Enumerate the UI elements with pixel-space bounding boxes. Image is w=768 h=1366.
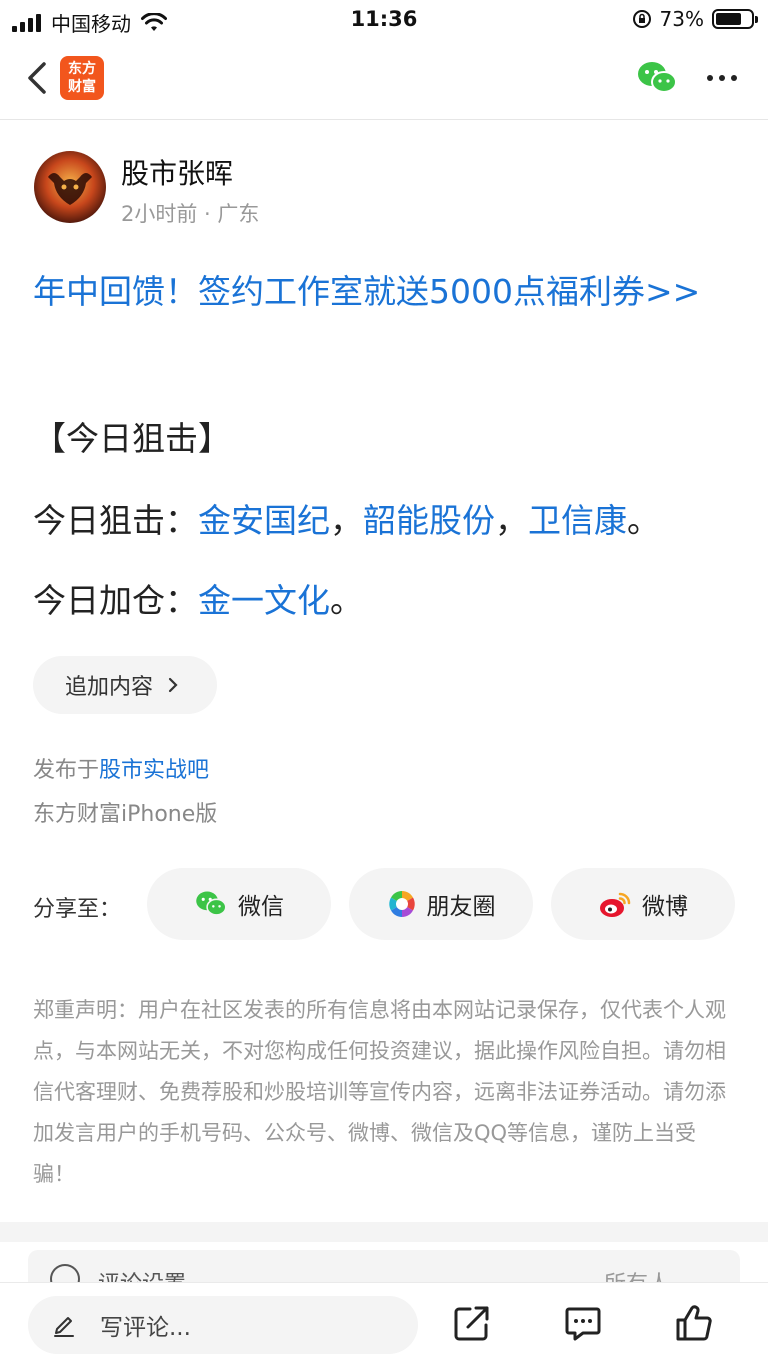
share-wechat-label: 微信 xyxy=(238,894,284,920)
publish-prefix: 发布于 xyxy=(33,758,100,783)
add-position-line: 今日加仓：金一文化。 xyxy=(33,574,363,622)
battery-percent: 73% xyxy=(659,7,704,31)
line-end: 。 xyxy=(330,581,363,620)
share-out-icon[interactable] xyxy=(452,1303,492,1343)
chevron-right-icon xyxy=(168,677,178,693)
promo-link[interactable]: 年中回馈！签约工作室就送5000点福利券>> xyxy=(33,264,733,320)
moments-icon xyxy=(388,891,415,917)
back-chevron-icon[interactable] xyxy=(20,58,56,98)
bottom-action-bar: 写评论... xyxy=(0,1282,768,1366)
weibo-icon xyxy=(600,892,631,917)
stock-link-jinan-guoji[interactable]: 金安国纪 xyxy=(198,501,330,540)
more-options-icon[interactable] xyxy=(700,62,744,94)
wechat-share-icon[interactable] xyxy=(636,60,678,96)
stock-link-weixinkang[interactable]: 卫信康 xyxy=(528,501,627,540)
stock-link-jinyi-wenhua[interactable]: 金一文化 xyxy=(198,581,330,620)
author-name[interactable]: 股市张晖 xyxy=(121,152,233,192)
logo-line2: 财富 xyxy=(68,79,96,95)
section-heading: 【今日狙击】 xyxy=(33,419,231,458)
orientation-lock-icon xyxy=(632,10,651,28)
app-logo: 东方 财富 xyxy=(60,56,104,100)
share-label: 分享至： xyxy=(33,897,122,922)
status-bar: 中国移动 11:36 73% xyxy=(0,0,768,40)
disclaimer-text: 郑重声明：用户在社区发表的所有信息将由本网站记录保存，仅代表个人观点，与本网站无… xyxy=(33,998,726,1186)
add-position-label: 今日加仓： xyxy=(33,581,198,620)
nav-bar: 东方 财富 xyxy=(0,40,768,120)
share-moments-label: 朋友圈 xyxy=(426,894,496,920)
publish-info: 发布于股市实战吧 xyxy=(33,752,209,784)
stock-link-shaoneng[interactable]: 韶能股份 xyxy=(363,501,495,540)
comment-input[interactable]: 写评论... xyxy=(28,1296,418,1354)
thumbs-up-icon[interactable] xyxy=(674,1303,714,1343)
wechat-icon xyxy=(196,891,227,916)
device-info: 东方财富iPhone版 xyxy=(33,802,218,827)
share-weibo-button[interactable]: 微博 xyxy=(551,868,735,940)
share-weibo-label: 微博 xyxy=(642,894,688,920)
share-wechat-button[interactable]: 微信 xyxy=(147,868,331,940)
status-right: 73% xyxy=(632,7,758,31)
append-content-button[interactable]: 追加内容 xyxy=(33,656,217,714)
section-divider xyxy=(0,1222,768,1242)
battery-icon xyxy=(712,9,758,29)
avatar[interactable] xyxy=(34,151,106,223)
logo-line1: 东方 xyxy=(68,61,96,77)
forum-link[interactable]: 股市实战吧 xyxy=(99,758,209,783)
separator: ， xyxy=(495,501,528,540)
snipe-line: 今日狙击：金安国纪，韶能股份，卫信康。 xyxy=(33,494,660,542)
pencil-icon xyxy=(54,1317,74,1337)
share-moments-button[interactable]: 朋友圈 xyxy=(349,868,533,940)
append-content-label: 追加内容 xyxy=(65,675,154,700)
separator: ， xyxy=(330,501,363,540)
post-meta: 2小时前 · 广东 xyxy=(121,202,260,226)
comment-placeholder: 写评论... xyxy=(100,1315,191,1341)
line-end: 。 xyxy=(627,501,660,540)
snipe-label: 今日狙击： xyxy=(33,501,198,540)
comments-icon[interactable] xyxy=(563,1303,603,1343)
